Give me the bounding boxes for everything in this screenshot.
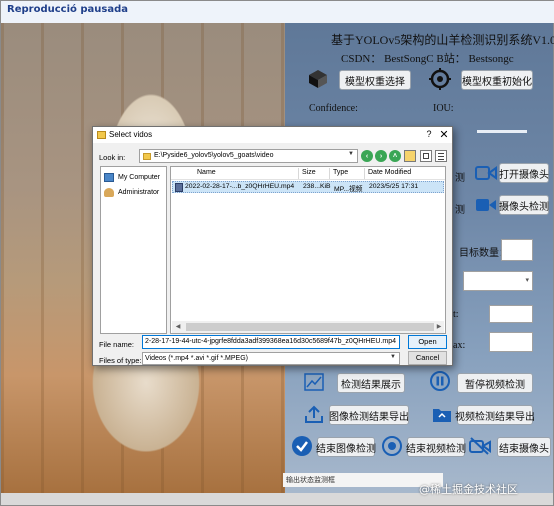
partial-label: t: — [453, 309, 459, 320]
file-name: 2022-02-28-17-...b_z0QHrHEU.mp4 — [185, 183, 295, 190]
file-name-label: File name: — [99, 340, 135, 349]
confidence-label: Confidence: — [309, 103, 358, 114]
target-select[interactable]: ▾ — [463, 271, 533, 291]
sidebar-item-administrator[interactable]: Administrator — [104, 186, 166, 198]
file-size: 238...KiB — [303, 183, 331, 190]
app-title: Reproducció pausada — [7, 4, 128, 15]
horizontal-scrollbar[interactable]: ◀ ▶ — [172, 321, 444, 333]
user-icon — [104, 187, 114, 197]
partial-label: ax: — [453, 340, 466, 351]
file-list: Name Size Type Date Modified 2022-02-28-… — [170, 166, 446, 334]
chart-icon — [303, 371, 325, 393]
new-folder-icon[interactable] — [404, 150, 416, 162]
list-view-icon[interactable] — [420, 150, 432, 162]
target-count-field — [501, 239, 533, 261]
file-type-select[interactable]: Videos (*.mp4 *.avi *.gif *.MPEG) ▼ — [142, 352, 400, 365]
chevron-down-icon: ▼ — [390, 354, 396, 360]
column-date-modified[interactable]: Date Modified — [368, 169, 411, 176]
dialog-titlebar[interactable]: Select vidos ? ✕ — [93, 127, 452, 143]
end-image-detect-button[interactable]: 结束图像检测 — [316, 437, 376, 457]
file-type: MP...视频 — [334, 186, 363, 193]
coord-field-1 — [489, 305, 533, 323]
column-size[interactable]: Size — [302, 169, 316, 176]
file-dialog: Select vidos ? ✕ Look in: E:\Pyside6_yol… — [92, 126, 453, 366]
iou-slider[interactable] — [477, 130, 527, 133]
system-title: 基于YOLOv5架构的山羊检测识别系统V1.0 — [331, 33, 554, 47]
model-init-button[interactable]: 模型权重初始化 — [461, 70, 533, 90]
scroll-left-icon[interactable]: ◀ — [173, 322, 183, 332]
sidebar-item-label: Administrator — [118, 188, 160, 196]
coord-field-2 — [489, 332, 533, 352]
video-camera-icon — [475, 162, 497, 184]
help-icon[interactable]: ? — [423, 129, 435, 141]
watermark: @稀土掘金技术社区 — [419, 483, 518, 496]
export-image-result-button[interactable]: 图像检测结果导出 — [329, 405, 409, 425]
column-name[interactable]: Name — [197, 169, 216, 176]
look-in-label: Look in: — [99, 153, 126, 162]
detail-view-icon[interactable] — [435, 150, 447, 162]
folder-upload-icon — [431, 403, 453, 425]
up-folder-icon[interactable]: ˄ — [389, 150, 401, 162]
check-circle-icon — [291, 435, 313, 457]
camera-off-icon — [469, 435, 491, 457]
pause-video-button[interactable]: 暂停视频检测 — [457, 373, 533, 393]
partial-label: 测 — [455, 205, 465, 216]
open-camera-button[interactable]: 打开摄像头 — [499, 163, 549, 183]
file-row[interactable]: 2022-02-28-17-...b_z0QHrHEU.mp4 238...Ki… — [172, 181, 444, 193]
back-icon[interactable]: ‹ — [361, 150, 373, 162]
scroll-right-icon[interactable]: ▶ — [434, 322, 444, 332]
column-type[interactable]: Type — [333, 169, 348, 176]
places-sidebar: My Computer Administrator — [100, 166, 167, 334]
pause-icon — [429, 370, 451, 392]
upload-icon — [303, 403, 325, 425]
model-select-button[interactable]: 模型权重选择 — [339, 70, 411, 90]
forward-icon[interactable]: › — [375, 150, 387, 162]
file-name-input[interactable]: 2-28-17-19-44-utc-4-jpgrfe8fdda3adf39936… — [142, 335, 400, 349]
look-in-path: E:\Pyside6_yolov5\yolov5_goats\video — [154, 152, 274, 159]
look-in-combo[interactable]: E:\Pyside6_yolov5\yolov5_goats\video ▼ — [139, 149, 358, 163]
sidebar-item-label: My Computer — [118, 173, 161, 181]
end-video-detect-button[interactable]: 结束视频检测 — [406, 437, 466, 457]
partial-label: 测 — [455, 173, 465, 184]
folder-icon — [143, 153, 151, 160]
end-camera-button[interactable]: 结束摄像头 — [497, 437, 551, 457]
video-file-icon — [175, 183, 183, 192]
chevron-down-icon: ▼ — [348, 151, 354, 157]
target-icon — [429, 68, 451, 90]
dialog-title: Select vidos — [109, 130, 153, 139]
camera-detect-icon — [475, 194, 497, 216]
file-date: 2023/5/25 17:31 — [369, 183, 419, 190]
camera-detect-button[interactable]: 摄像头检测 — [499, 195, 549, 215]
scrollbar-thumb[interactable] — [186, 323, 434, 331]
column-headers: Name Size Type Date Modified — [171, 167, 445, 180]
cancel-button[interactable]: Cancel — [408, 351, 447, 365]
computer-icon — [104, 172, 114, 182]
file-type-value: Videos (*.mp4 *.avi *.gif *.MPEG) — [145, 355, 248, 362]
close-icon[interactable]: ✕ — [437, 128, 451, 142]
open-button[interactable]: Open — [408, 335, 447, 349]
app-titlebar: Reproducció pausada — [1, 1, 554, 23]
export-video-result-button[interactable]: 视频检测结果导出 — [455, 405, 535, 425]
file-type-label: Files of type: — [99, 356, 142, 365]
folder-icon — [97, 131, 106, 139]
author-line: CSDN： BestSongC B站： Bestsongc — [341, 53, 514, 65]
sidebar-item-my-computer[interactable]: My Computer — [104, 171, 166, 183]
detect-result-show-button[interactable]: 检测结果展示 — [337, 373, 405, 393]
cube-icon — [307, 68, 329, 90]
iou-label: IOU: — [433, 103, 454, 114]
stop-circle-icon — [381, 435, 403, 457]
